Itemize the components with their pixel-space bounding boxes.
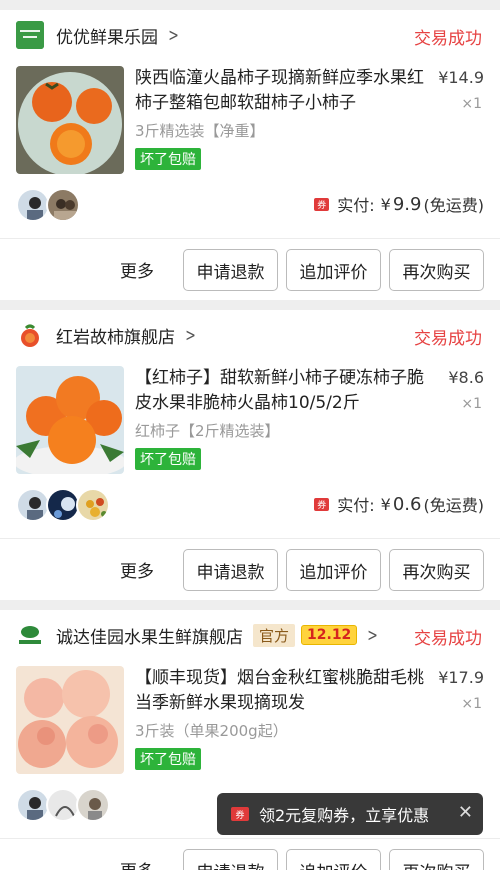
coupon-icon: 券 [314,497,330,511]
order-status: 交易成功 [414,329,482,349]
refund-button[interactable]: 申请退款 [183,849,278,870]
action-row: 更多 申请退款 追加评价 再次购买 [0,538,500,600]
action-row: 更多 申请退款 追加评价 再次购买 [0,238,500,300]
product-title[interactable]: 【红柿子】甜软新鲜小柿子硬冻柿子脆皮水果非脆柿火晶柿10/5/2斤 [135,366,427,416]
rebuy-button[interactable]: 再次购买 [389,249,484,291]
avatar [46,188,80,222]
chevron-right-icon: > [168,24,179,46]
order-item[interactable]: 陕西临潼火晶柿子现摘新鲜应季水果红柿子整箱包邮软甜柿子小柿子 ¥14.9 ×1 … [0,60,500,180]
shop-name: 红岩故柿旗舰店 [56,327,175,348]
shop-header[interactable]: 优优鲜果乐园 > 交易成功 [0,10,500,60]
paid-label: 实付: [337,496,375,515]
close-icon[interactable]: ✕ [458,802,473,823]
product-title[interactable]: 【顺丰现货】烟台金秋红蜜桃脆甜毛桃当季新鲜水果现摘现发 [135,666,427,716]
guarantee-badge: 坏了包赔 [135,748,201,770]
refund-button[interactable]: 申请退款 [183,249,278,291]
product-price: ¥14.9 [438,68,484,87]
avatar [76,488,110,522]
payment-row: 券 实付: ¥ 0.6 (免运费) [0,480,500,538]
shop-name: 诚达佳园水果生鲜旗舰店 [56,627,243,648]
avatar-group [16,788,110,822]
order-status: 交易成功 [414,29,482,49]
official-tag: 官方 [253,623,296,647]
shop-logo [16,321,44,349]
product-qty: ×1 [461,96,482,112]
guarantee-badge: 坏了包赔 [135,448,201,470]
avatar-group [16,488,110,522]
paid-value: 9.9 [392,193,422,215]
guarantee-badge: 坏了包赔 [135,148,201,170]
product-title[interactable]: 陕西临潼火晶柿子现摘新鲜应季水果红柿子整箱包邮软甜柿子小柿子 [135,66,427,116]
product-spec: 3斤装（单果200g起） [135,722,288,740]
avatar [76,788,110,822]
more-button[interactable]: 更多 [120,857,154,870]
rebuy-button[interactable]: 再次购买 [389,549,484,591]
paid-label: 实付: [337,196,375,215]
coupon-icon: 券 [314,197,330,211]
currency: ¥ [380,194,391,214]
payment-row: 券 实付: ¥ 9.9 (免运费) [0,180,500,238]
paid-amount: 券 实付: ¥ 0.6 (免运费) [314,492,484,516]
add-review-button[interactable]: 追加评价 [286,849,381,870]
product-image[interactable] [16,666,124,774]
add-review-button[interactable]: 追加评价 [286,549,381,591]
shop-logo [16,621,44,649]
order-card: 红岩故柿旗舰店 > 交易成功 【红柿子】甜软新鲜小柿子硬冻柿子脆皮水果非脆柿火晶… [0,310,500,600]
coupon-icon: 券 [231,807,249,821]
product-price: ¥8.6 [448,368,484,387]
chevron-right-icon: > [185,324,196,346]
add-review-button[interactable]: 追加评价 [286,249,381,291]
refund-button[interactable]: 申请退款 [183,549,278,591]
product-qty: ×1 [461,396,482,412]
shipping-note: (免运费) [423,196,485,215]
order-item[interactable]: 【红柿子】甜软新鲜小柿子硬冻柿子脆皮水果非脆柿火晶柿10/5/2斤 ¥8.6 ×… [0,360,500,480]
promo-tag: 12.12 [301,625,358,645]
shipping-note: (免运费) [423,496,485,515]
avatar [16,788,50,822]
order-card: 优优鲜果乐园 > 交易成功 陕西临潼火晶柿子现摘新鲜应季水果红柿子整箱包邮软甜柿… [0,10,500,300]
order-status: 交易成功 [414,629,482,649]
avatar [46,788,80,822]
product-qty: ×1 [461,696,482,712]
shop-header[interactable]: 诚达佳园水果生鲜旗舰店 官方 12.12 > 交易成功 [0,610,500,660]
order-item[interactable]: 【顺丰现货】烟台金秋红蜜桃脆甜毛桃当季新鲜水果现摘现发 ¥17.9 ×1 3斤装… [0,660,500,780]
shop-logo [16,21,44,49]
product-price: ¥17.9 [438,668,484,687]
avatar [16,488,50,522]
product-spec: 红柿子【2斤精选装】 [135,422,280,440]
coupon-toast[interactable]: 券 领2元复购券，立享优惠 ✕ [217,793,483,835]
more-button[interactable]: 更多 [120,257,154,282]
product-spec: 3斤精选装【净重】 [135,122,265,140]
paid-amount: 券 实付: ¥ 9.9 (免运费) [314,192,484,216]
shop-header[interactable]: 红岩故柿旗舰店 > 交易成功 [0,310,500,360]
paid-value: 0.6 [392,493,422,515]
avatar-group [16,188,80,222]
shop-name: 优优鲜果乐园 [56,27,158,48]
currency: ¥ [380,494,391,514]
product-image[interactable] [16,66,124,174]
action-row: 更多 申请退款 追加评价 再次购买 [0,838,500,870]
product-image[interactable] [16,366,124,474]
avatar [16,188,50,222]
more-button[interactable]: 更多 [120,557,154,582]
rebuy-button[interactable]: 再次购买 [389,849,484,870]
chevron-right-icon: > [367,624,379,646]
toast-text[interactable]: 领2元复购券，立享优惠 [259,802,429,826]
avatar [46,488,80,522]
top-gap [0,0,500,10]
